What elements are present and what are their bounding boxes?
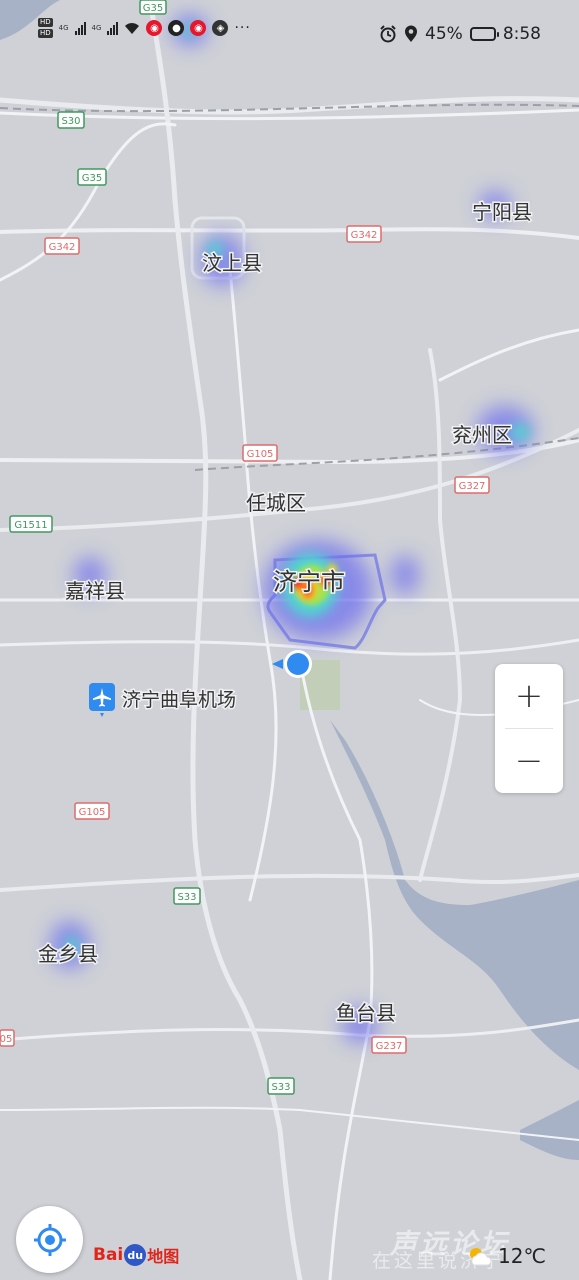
road-shield-s33-south: S33 <box>267 1077 295 1095</box>
map-canvas[interactable]: G35 S30 G35 G342 G342 G105 G1511 G327 G1… <box>0 0 579 1280</box>
crosshair-icon <box>33 1223 66 1256</box>
hd-badge-1: HD <box>38 18 53 27</box>
place-label-ningyang[interactable]: 宁阳县 <box>471 199 534 226</box>
road-shield-g1511: G1511 <box>9 515 53 533</box>
road-shield-g327: G327 <box>454 476 490 494</box>
svg-text:G1511: G1511 <box>14 520 47 531</box>
hd-badge-2: HD <box>38 29 53 38</box>
place-label-jinxiang[interactable]: 金乡县 <box>37 941 100 968</box>
svg-text:G237: G237 <box>376 1041 403 1052</box>
locate-me-button[interactable] <box>16 1206 83 1273</box>
signal-1-icon <box>74 21 86 35</box>
place-label-jiaxiang[interactable]: 嘉祥县 <box>64 578 127 605</box>
zoom-out-button[interactable]: − <box>495 729 563 793</box>
weather-widget[interactable]: 12℃ <box>466 1244 546 1268</box>
battery-percent: 45% <box>425 24 463 44</box>
place-label-airport[interactable]: 济宁曲阜机场 <box>121 688 238 713</box>
road-shield-g105-north: G105 <box>242 444 278 462</box>
place-label-wenshang[interactable]: 汶上县 <box>201 250 264 277</box>
road-shield-s30: S30 <box>57 111 85 129</box>
hd-badges: HD HD <box>38 18 53 38</box>
logo-bai-text: Bai <box>93 1245 124 1265</box>
svg-text:G35: G35 <box>82 173 102 184</box>
baidu-map-logo: Bai du 地图 <box>93 1243 179 1267</box>
wechat-icon: ● <box>168 20 185 36</box>
signal-2-icon <box>107 21 119 35</box>
sim2-label: 4G <box>91 24 102 32</box>
wifi-icon <box>125 23 140 34</box>
road-shield-s33-north: S33 <box>173 887 201 905</box>
zoom-controls: + − <box>495 664 563 793</box>
place-label-yanzhou[interactable]: 兖州区 <box>451 422 514 449</box>
sim1-label: 4G <box>58 24 69 32</box>
road-shield-g342-left: G342 <box>44 237 80 255</box>
logo-paw-icon: du <box>124 1244 147 1266</box>
battery-icon <box>469 27 499 41</box>
place-label-yutai[interactable]: 鱼台县 <box>335 1000 398 1027</box>
weibo-icon: ◉ <box>146 20 163 36</box>
more-notifications-icon: ··· <box>234 20 251 36</box>
svg-text:G105: G105 <box>247 449 274 460</box>
svg-text:S33: S33 <box>271 1082 290 1093</box>
weibo-icon-2: ◉ <box>190 20 207 36</box>
place-label-jining[interactable]: 济宁市 <box>272 567 347 598</box>
svg-text:S30: S30 <box>61 116 80 127</box>
svg-text:G327: G327 <box>459 481 486 492</box>
svg-text:05: 05 <box>0 1034 12 1045</box>
status-right: 45% 8:58 <box>379 24 541 44</box>
zoom-in-button[interactable]: + <box>495 664 563 728</box>
place-label-rencheng[interactable]: 任城区 <box>245 490 308 517</box>
road-shield-g342-right: G342 <box>346 225 382 243</box>
svg-text:G342: G342 <box>49 242 76 253</box>
status-bar: HD HD 4G 4G ◉ ● ◉ ◈ ··· 45% 8:58 <box>0 0 579 70</box>
location-pin-icon <box>405 25 418 42</box>
svg-text:G105: G105 <box>79 807 106 818</box>
svg-text:S33: S33 <box>177 892 196 903</box>
logo-ditu-text: 地图 <box>147 1247 180 1266</box>
partly-cloudy-icon <box>470 1248 492 1266</box>
road-shield-g105-south: G105 <box>74 802 110 820</box>
svg-text:G342: G342 <box>351 230 378 241</box>
road-shield-g237: G237 <box>371 1036 407 1054</box>
alarm-icon <box>380 25 396 43</box>
status-left: HD HD 4G 4G ◉ ● ◉ ◈ ··· <box>38 18 251 38</box>
clock-time: 8:58 <box>502 24 541 44</box>
road-shield-edge: 05 <box>0 1029 15 1047</box>
app-notification-icon: ◈ <box>212 20 229 36</box>
road-shield-g35: G35 <box>77 168 107 186</box>
temperature-text: 12℃ <box>498 1244 546 1268</box>
